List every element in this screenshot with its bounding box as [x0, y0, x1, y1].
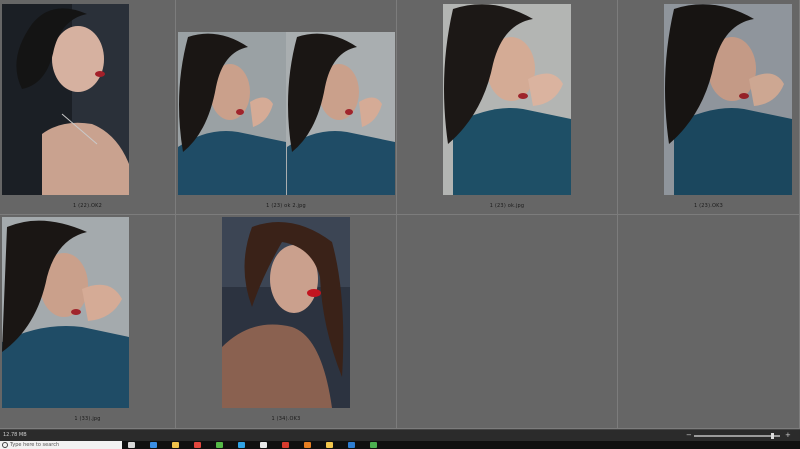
empty-cell	[397, 215, 618, 429]
explorer-icon[interactable]	[172, 442, 179, 448]
zoom-out-icon[interactable]: −	[686, 431, 692, 439]
search-icon	[2, 442, 8, 448]
thumbnail-cell[interactable]: 1 (34).OK3	[176, 215, 397, 429]
zoom-slider[interactable]	[694, 433, 780, 439]
chrome-2-icon[interactable]	[216, 442, 223, 448]
thumbnail-cell[interactable]: 1 (23) ok 2.jpg	[176, 0, 397, 215]
task-view-icon[interactable]	[128, 442, 135, 448]
empty-cell	[618, 215, 800, 429]
thumbnail-cell[interactable]: 1 (23).OK3	[618, 0, 800, 215]
search-input[interactable]: Type here to search	[10, 442, 59, 448]
thumbnail-caption: 1 (23) ok 2.jpg	[266, 203, 306, 209]
thumbnail-image[interactable]	[178, 32, 395, 195]
thumbnail-cell[interactable]: 1 (33).jpg	[0, 215, 176, 429]
app-orange-icon[interactable]	[304, 442, 311, 448]
app-green-icon[interactable]	[370, 442, 377, 448]
app-blue-icon[interactable]	[348, 442, 355, 448]
app-white-icon[interactable]	[260, 442, 267, 448]
thumbnail-image[interactable]	[2, 4, 129, 195]
taskbar-search[interactable]: Type here to search	[0, 441, 122, 449]
thumbnail-cell[interactable]: 1 (23) ok.jpg	[397, 0, 618, 215]
thumbnail-image[interactable]	[2, 217, 129, 408]
thumbnail-caption: 1 (23) ok.jpg	[489, 203, 525, 209]
thumbnail-image[interactable]	[222, 217, 350, 408]
thumbnail-caption: 1 (22).OK2	[72, 203, 103, 209]
status-filesize: 12.78 MB	[3, 432, 27, 438]
thumbnail-cell[interactable]: 1 (22).OK2	[0, 0, 176, 215]
thumbnail-caption: 1 (34).OK3	[271, 416, 301, 422]
zoom-slider-thumb[interactable]	[771, 433, 775, 439]
thumbnail-image[interactable]	[664, 4, 792, 195]
thumbnail-grid: 1 (22).OK2 1 (23) ok 2.jpg 1 (23) ok.jpg…	[0, 0, 800, 429]
photoshop-icon[interactable]	[238, 442, 245, 448]
edge-icon[interactable]	[150, 442, 157, 448]
thumbnail-caption: 1 (33).jpg	[74, 416, 101, 422]
thumbnail-image[interactable]	[443, 4, 571, 195]
taskbar: Type here to search	[0, 441, 800, 449]
app-red-icon[interactable]	[282, 442, 289, 448]
chrome-icon[interactable]	[194, 442, 201, 448]
zoom-in-icon[interactable]: +	[785, 431, 791, 439]
thumbnail-caption: 1 (23).OK3	[693, 203, 724, 209]
folder-icon[interactable]	[326, 442, 333, 448]
